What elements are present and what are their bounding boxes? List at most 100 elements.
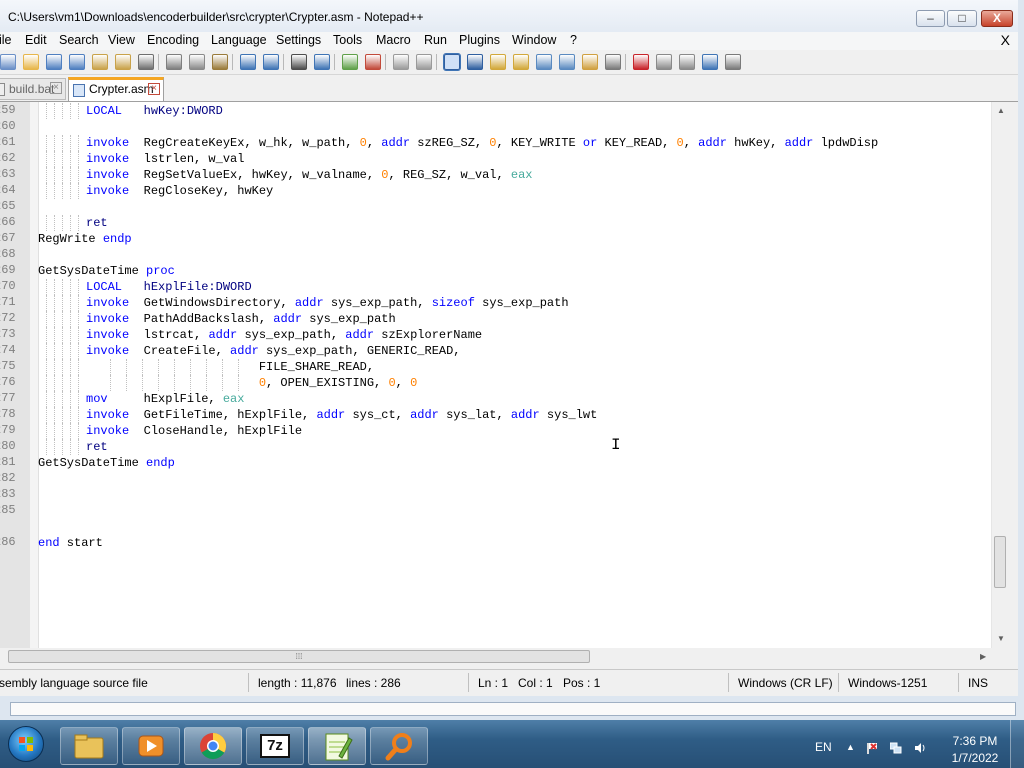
close-tab-icon[interactable]: ×	[50, 82, 62, 94]
copy-icon[interactable]	[189, 54, 205, 70]
status-eol[interactable]: Windows (CR LF)	[738, 676, 833, 690]
record-macro-icon[interactable]	[633, 54, 649, 70]
taskbar-7zip[interactable]: 7z	[246, 727, 304, 765]
close-all-icon[interactable]	[115, 54, 131, 70]
network-icon[interactable]	[890, 742, 902, 754]
clock-time[interactable]: 7:36 PM	[952, 734, 998, 748]
volume-icon[interactable]	[914, 742, 926, 754]
save-icon[interactable]	[46, 54, 62, 70]
code-line[interactable]: GetSysDateTime proc	[38, 263, 175, 279]
code-line[interactable]: LOCAL hwKey:DWORD	[86, 103, 223, 119]
play-macro-icon[interactable]	[679, 54, 695, 70]
save-macro-icon[interactable]	[725, 54, 741, 70]
code-line[interactable]: invoke GetWindowsDirectory, addr sys_exp…	[86, 295, 569, 311]
code-line[interactable]: invoke lstrlen, w_val	[86, 151, 244, 167]
code-line[interactable]: invoke RegCloseKey, hwKey	[86, 183, 273, 199]
code-line[interactable]: invoke GetFileTime, hExplFile, addr sys_…	[86, 407, 597, 423]
menu-window[interactable]: Window	[512, 33, 556, 47]
code-line[interactable]: end start	[38, 535, 103, 551]
horizontal-scroll-thumb[interactable]: ⁞⁞⁞	[8, 650, 590, 663]
menu-settings[interactable]: Settings	[276, 33, 321, 47]
tab-build-bat[interactable]: build.bat ×	[0, 78, 66, 100]
code-line[interactable]: ret	[86, 439, 108, 455]
close-icon[interactable]	[92, 54, 108, 70]
code-line[interactable]: invoke lstrcat, addr sys_exp_path, addr …	[86, 327, 482, 343]
code-line[interactable]: ret	[86, 215, 108, 231]
show-all-chars-icon[interactable]	[467, 54, 483, 70]
action-center-flag-icon[interactable]	[866, 742, 878, 754]
toolbar	[0, 50, 1024, 75]
menu-edit[interactable]: Edit	[25, 33, 47, 47]
run-macro-multiple-icon[interactable]	[702, 54, 718, 70]
menu-file[interactable]: ile	[0, 33, 12, 47]
code-line[interactable]: FILE_SHARE_READ,	[86, 359, 374, 375]
word-wrap-icon[interactable]	[443, 53, 461, 71]
vertical-scroll-thumb[interactable]	[994, 536, 1006, 588]
taskbar-search[interactable]	[370, 727, 428, 765]
code-line[interactable]: mov hExplFile, eax	[86, 391, 244, 407]
new-file-icon[interactable]	[0, 54, 16, 70]
scroll-down-arrow-icon[interactable]: ▼	[997, 634, 1005, 643]
code-line[interactable]: LOCAL hExplFile:DWORD	[86, 279, 252, 295]
paste-icon[interactable]	[212, 54, 228, 70]
menu-search[interactable]: Search	[59, 33, 99, 47]
code-line[interactable]: invoke RegSetValueEx, hwKey, w_valname, …	[86, 167, 533, 183]
minimize-button[interactable]: –	[916, 10, 945, 27]
title-bar[interactable]: C:\Users\vm1\Downloads\encoderbuilder\sr…	[0, 0, 1024, 34]
code-area[interactable]: LOCAL hwKey:DWORD invoke RegCreateKeyEx, …	[38, 102, 1006, 648]
scroll-up-arrow-icon[interactable]: ▲	[997, 106, 1005, 115]
menu-help[interactable]: ?	[570, 33, 577, 47]
code-line[interactable]: 0, OPEN_EXISTING, 0, 0	[86, 375, 417, 391]
open-file-icon[interactable]	[23, 54, 39, 70]
replace-icon[interactable]	[314, 54, 330, 70]
zoom-in-icon[interactable]	[342, 54, 358, 70]
zoom-out-icon[interactable]	[365, 54, 381, 70]
maximize-button[interactable]: □	[947, 10, 977, 27]
menu-macro[interactable]: Macro	[376, 33, 411, 47]
cut-icon[interactable]	[166, 54, 182, 70]
menu-tools[interactable]: Tools	[333, 33, 362, 47]
folder-workspace-icon[interactable]	[582, 54, 598, 70]
code-line[interactable]: invoke RegCreateKeyEx, w_hk, w_path, 0, …	[86, 135, 878, 151]
print-icon[interactable]	[138, 54, 154, 70]
status-insert-mode[interactable]: INS	[968, 676, 988, 690]
show-hidden-icons-icon[interactable]: ▲	[846, 742, 858, 754]
find-icon[interactable]	[291, 54, 307, 70]
taskbar-explorer[interactable]	[60, 727, 118, 765]
scroll-right-arrow-icon[interactable]: ▶	[980, 652, 986, 661]
save-all-icon[interactable]	[69, 54, 85, 70]
language-indicator[interactable]: EN	[815, 740, 832, 754]
clock-date[interactable]: 1/7/2022	[950, 751, 1000, 765]
code-line[interactable]: invoke CreateFile, addr sys_exp_path, GE…	[86, 343, 461, 359]
close-document-button[interactable]: X	[1001, 32, 1010, 48]
function-list-icon[interactable]	[559, 54, 575, 70]
undo-icon[interactable]	[240, 54, 256, 70]
tab-crypter-asm[interactable]: Crypter.asm ×	[68, 77, 164, 101]
redo-icon[interactable]	[263, 54, 279, 70]
code-line[interactable]: GetSysDateTime endp	[38, 455, 175, 471]
stop-record-icon[interactable]	[656, 54, 672, 70]
indent-guide-icon[interactable]	[490, 54, 506, 70]
start-button[interactable]	[8, 726, 44, 762]
status-encoding[interactable]: Windows-1251	[848, 676, 927, 690]
menu-language[interactable]: Language	[211, 33, 267, 47]
code-editor[interactable]: 259 260 261 262 263 264 265 266 267 268 269 270 271 2…	[0, 102, 1008, 648]
sync-vertical-icon[interactable]	[393, 54, 409, 70]
code-line[interactable]: invoke CloseHandle, hExplFile	[86, 423, 302, 439]
taskbar-media-player[interactable]	[122, 727, 180, 765]
doc-map-icon[interactable]	[536, 54, 552, 70]
code-line[interactable]: invoke PathAddBackslash, addr sys_exp_pa…	[86, 311, 396, 327]
taskbar-notepadpp[interactable]	[308, 727, 366, 765]
sync-horizontal-icon[interactable]	[416, 54, 432, 70]
taskbar-chrome[interactable]	[184, 727, 242, 765]
menu-plugins[interactable]: Plugins	[459, 33, 500, 47]
user-define-icon[interactable]	[513, 54, 529, 70]
menu-run[interactable]: Run	[424, 33, 447, 47]
show-desktop-button[interactable]	[1010, 720, 1024, 768]
menu-encoding[interactable]: Encoding	[147, 33, 199, 47]
menu-view[interactable]: View	[108, 33, 135, 47]
close-window-button[interactable]: X	[981, 10, 1013, 27]
close-tab-icon[interactable]: ×	[148, 83, 160, 95]
monitoring-icon[interactable]	[605, 54, 621, 70]
code-line[interactable]: RegWrite endp	[38, 231, 132, 247]
